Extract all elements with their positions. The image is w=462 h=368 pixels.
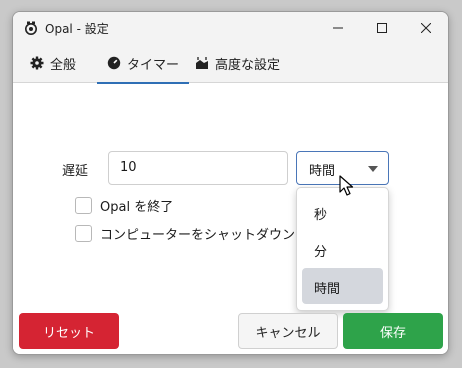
unit-option-seconds[interactable]: 秒 [302,194,383,230]
unit-option-hours[interactable]: 時間 [302,268,383,304]
shutdown-checkbox-row[interactable]: コンピューターをシャットダウン [75,224,295,243]
settings-window: Opal - 設定 全般 タイマー 高度な設定 遅延 10 時間 Opal を終… [12,11,449,355]
window-title: Opal - 設定 [45,22,109,36]
shutdown-label: コンピューターをシャットダウン [100,228,296,243]
minimize-icon [333,27,343,28]
title-bar: Opal - 設定 [13,12,448,43]
gear-icon [30,56,44,70]
unit-select-value: 時間 [309,164,336,179]
cancel-button[interactable]: キャンセル [238,313,338,349]
advanced-icon [196,57,208,69]
close-button[interactable] [404,12,448,43]
tab-advanced-label: 高度な設定 [215,57,281,73]
tab-advanced[interactable]: 高度な設定 [195,43,280,83]
quit-opal-checkbox[interactable] [75,197,92,214]
minimize-button[interactable] [316,12,360,43]
reset-button[interactable]: リセット [19,313,119,349]
mouse-cursor-icon [339,175,354,196]
tab-timer-label: タイマー [127,57,180,73]
delay-input[interactable]: 10 [108,151,288,185]
timer-icon [107,56,121,70]
maximize-icon [377,22,387,33]
tab-bar: 全般 タイマー 高度な設定 [13,43,448,84]
save-button[interactable]: 保存 [343,313,443,349]
timer-settings-panel: 遅延 10 時間 Opal を終了 コンピューターをシャットダウン 秒 分 時間… [13,84,448,354]
unit-dropdown-menu: 秒 分 時間 [296,187,389,311]
opal-app-icon [25,21,37,35]
tab-timer[interactable]: タイマー [96,43,190,84]
close-icon [421,22,431,33]
unit-option-minutes[interactable]: 分 [302,231,383,267]
tab-general[interactable]: 全般 [30,43,76,83]
maximize-button[interactable] [360,12,404,43]
tab-general-label: 全般 [50,57,77,73]
delay-label: 遅延 [62,164,89,179]
chevron-down-icon [368,166,378,172]
quit-opal-label: Opal を終了 [100,200,174,215]
shutdown-checkbox[interactable] [75,225,92,242]
quit-opal-checkbox-row[interactable]: Opal を終了 [75,196,173,215]
